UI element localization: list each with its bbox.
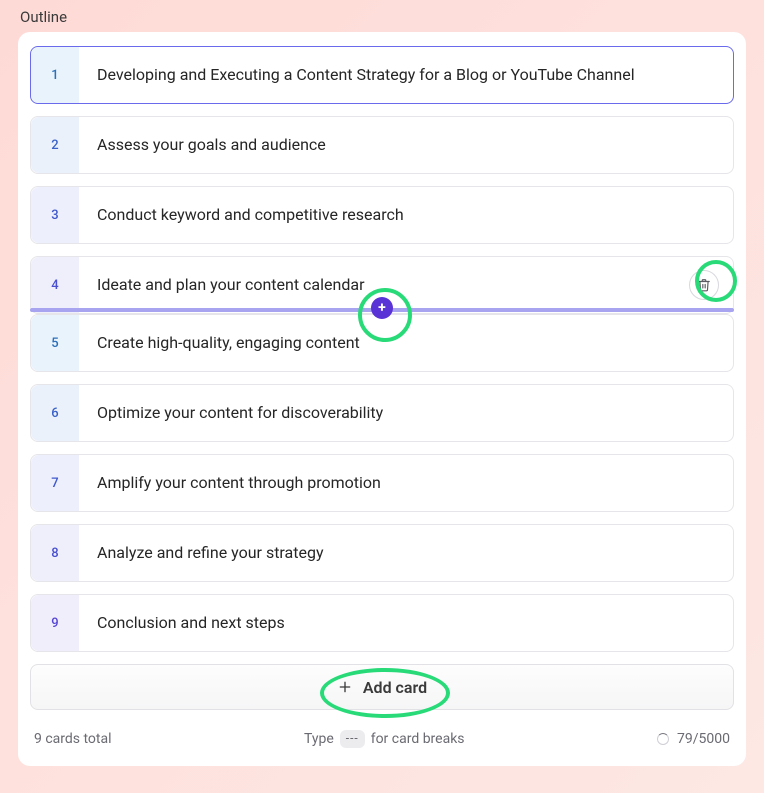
add-card-button[interactable]: Add card	[30, 664, 734, 710]
card-number: 2	[31, 117, 79, 173]
plus-icon: +	[378, 300, 386, 316]
card-3[interactable]: 3 Conduct keyword and competitive resear…	[30, 186, 734, 244]
plus-icon	[337, 679, 353, 695]
footer: 9 cards total Type --- for card breaks 7…	[18, 710, 746, 748]
counter-text: 79/5000	[677, 731, 730, 747]
card-text[interactable]: Optimize your content for discoverabilit…	[79, 402, 733, 424]
card-number: 5	[31, 315, 79, 371]
hint-prefix: Type	[304, 731, 334, 747]
card-8[interactable]: 8 Analyze and refine your strategy	[30, 524, 734, 582]
card-text[interactable]: Conduct keyword and competitive research	[79, 204, 733, 226]
card-number: 8	[31, 525, 79, 581]
card-6[interactable]: 6 Optimize your content for discoverabil…	[30, 384, 734, 442]
card-text[interactable]: Analyze and refine your strategy	[79, 542, 733, 564]
card-1[interactable]: 1 Developing and Executing a Content Str…	[30, 46, 734, 104]
card-break-hint: Type --- for card breaks	[304, 730, 465, 748]
cards-total-label: 9 cards total	[34, 731, 112, 747]
card-7[interactable]: 7 Amplify your content through promotion	[30, 454, 734, 512]
card-text[interactable]: Developing and Executing a Content Strat…	[79, 64, 733, 86]
card-number: 7	[31, 455, 79, 511]
card-number: 3	[31, 187, 79, 243]
card-number: 4	[31, 257, 79, 313]
card-9[interactable]: 9 Conclusion and next steps	[30, 594, 734, 652]
outline-container: 1 Developing and Executing a Content Str…	[18, 32, 746, 766]
card-text[interactable]: Ideate and plan your content calendar	[79, 274, 689, 296]
delete-card-button[interactable]	[689, 270, 719, 300]
spinner-icon	[657, 733, 669, 745]
add-card-label: Add card	[363, 678, 427, 697]
char-counter: 79/5000	[657, 731, 730, 747]
card-text[interactable]: Amplify your content through promotion	[79, 472, 733, 494]
hint-key: ---	[340, 730, 365, 748]
card-5[interactable]: 5 Create high-quality, engaging content	[30, 314, 734, 372]
card-list: 1 Developing and Executing a Content Str…	[18, 46, 746, 314]
card-text[interactable]: Assess your goals and audience	[79, 134, 733, 156]
card-text[interactable]: Create high-quality, engaging content	[79, 332, 733, 354]
card-text[interactable]: Conclusion and next steps	[79, 612, 733, 634]
card-number: 9	[31, 595, 79, 651]
card-2[interactable]: 2 Assess your goals and audience	[30, 116, 734, 174]
insert-card-button[interactable]: +	[371, 297, 393, 319]
card-list-lower: 5 Create high-quality, engaging content …	[18, 314, 746, 652]
card-number: 6	[31, 385, 79, 441]
card-number: 1	[31, 47, 79, 103]
trash-icon	[697, 278, 711, 292]
hint-suffix: for card breaks	[371, 731, 465, 747]
page-title: Outline	[0, 0, 764, 32]
